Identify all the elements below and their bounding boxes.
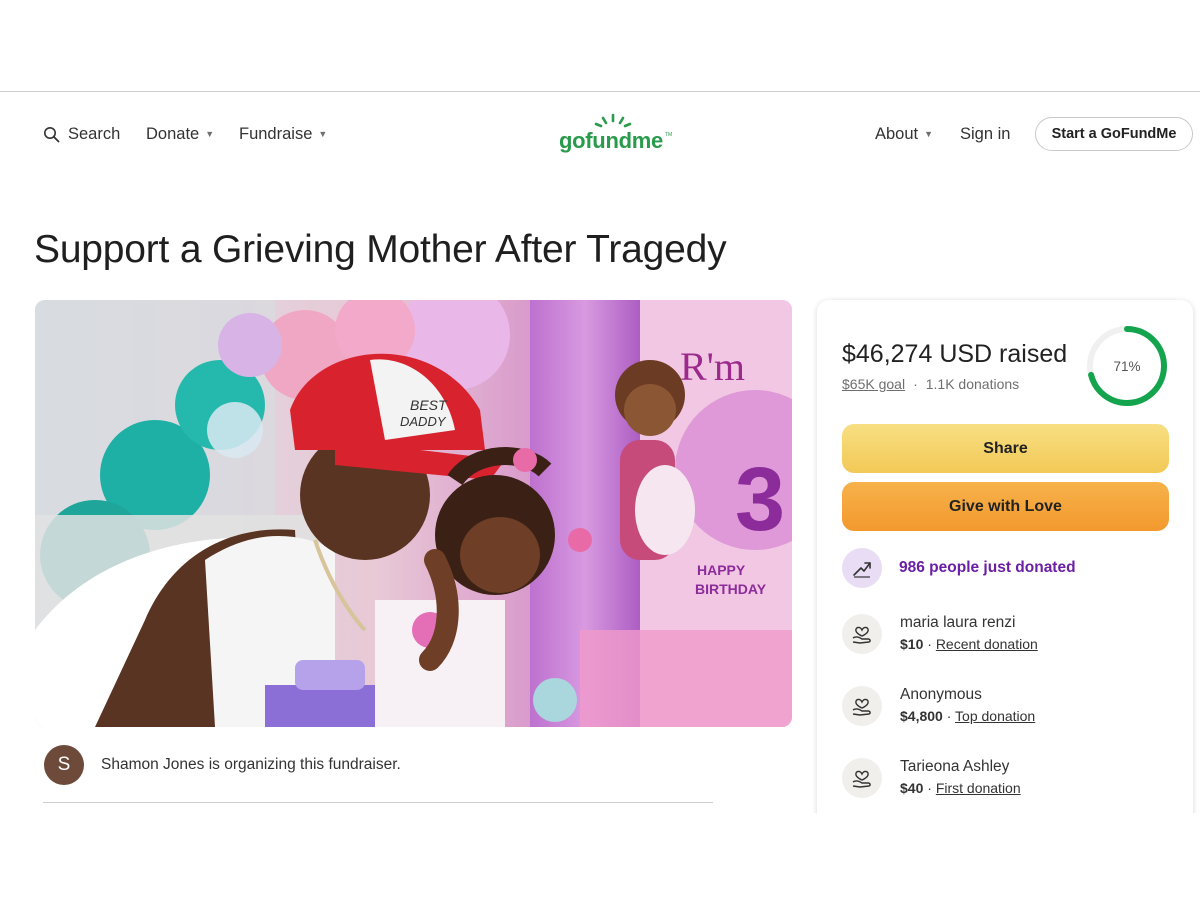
organizer-row[interactable]: S Shamon Jones is organizing this fundra… xyxy=(44,745,401,785)
search-label: Search xyxy=(68,124,121,143)
donor-amount: $40 xyxy=(900,780,924,796)
sign-in-label: Sign in xyxy=(960,124,1011,143)
sign-in-link[interactable]: Sign in xyxy=(960,92,1010,176)
start-gofundme-button[interactable]: Start a GoFundMe xyxy=(1035,117,1193,151)
donor-item[interactable]: Anonymous $4,800 · Top donation xyxy=(842,686,1172,728)
svg-text:3: 3 xyxy=(735,450,785,550)
donor-name: maria laura renzi xyxy=(900,614,1016,631)
caret-down-icon: ▼ xyxy=(924,129,934,139)
donor-tag-link[interactable]: First donation xyxy=(936,780,1021,796)
svg-text:HAPPY: HAPPY xyxy=(697,562,746,578)
trending-up-icon xyxy=(842,548,882,588)
donate-label: Donate xyxy=(146,124,200,143)
goal-summary: $65K goal · 1.1K donations xyxy=(842,376,1019,392)
heart-hand-icon xyxy=(842,758,882,798)
donor-tag-link[interactable]: Recent donation xyxy=(936,636,1038,652)
search-link[interactable]: Search xyxy=(43,92,120,176)
about-label: About xyxy=(875,124,919,143)
donation-count: 1.1K donations xyxy=(925,376,1020,392)
donor-tag-link[interactable]: Top donation xyxy=(955,708,1035,724)
goal-link[interactable]: $65K goal xyxy=(842,376,905,392)
trademark-mark: TM xyxy=(665,132,673,138)
donate-menu[interactable]: Donate ▼ xyxy=(146,92,214,176)
svg-text:DADDY: DADDY xyxy=(400,414,447,429)
svg-text:R'm: R'm xyxy=(680,344,745,389)
donor-amount: $10 xyxy=(900,636,924,652)
amount-raised: $46,274 USD raised xyxy=(842,340,1068,368)
momentum-text: 986 people just donated xyxy=(899,559,1076,576)
campaign-hero-image[interactable]: R'm 3 HAPPY BIRTHDAY BEST DADDY xyxy=(35,300,792,727)
svg-text:BEST: BEST xyxy=(410,397,448,413)
gofundme-logo[interactable]: gofundme TM xyxy=(556,112,674,156)
donor-separator: · xyxy=(923,636,936,652)
donor-item[interactable]: Tarieona Ashley $40 · First donation xyxy=(842,758,1172,800)
donor-meta: $40 · First donation xyxy=(900,780,1021,796)
page-bottom-blank xyxy=(812,813,1200,900)
donor-name: Anonymous xyxy=(900,686,982,703)
heart-hand-icon xyxy=(842,686,882,726)
donate-button[interactable]: Give with Love xyxy=(842,482,1169,531)
donor-separator: · xyxy=(942,708,956,724)
donor-item[interactable]: maria laura renzi $10 · Recent donation xyxy=(842,614,1172,656)
donor-amount: $4,800 xyxy=(900,708,943,724)
progress-percent: 71% xyxy=(1113,358,1141,374)
campaign-title: Support a Grieving Mother After Tragedy xyxy=(34,228,727,271)
caret-down-icon: ▼ xyxy=(318,129,328,139)
svg-text:BIRTHDAY: BIRTHDAY xyxy=(695,581,767,597)
share-button[interactable]: Share xyxy=(842,424,1169,473)
goal-separator: · xyxy=(913,376,918,392)
donation-momentum[interactable]: 986 people just donated xyxy=(842,548,1076,588)
fundraise-menu[interactable]: Fundraise ▼ xyxy=(239,92,327,176)
organizer-divider xyxy=(43,802,713,803)
donation-card: $46,274 USD raised $65K goal · 1.1K donati… xyxy=(817,300,1193,840)
heart-hand-icon xyxy=(842,614,882,654)
donor-name: Tarieona Ashley xyxy=(900,758,1010,775)
avatar: S xyxy=(44,745,84,785)
donor-meta: $4,800 · Top donation xyxy=(900,708,1035,724)
top-navigation: Search Donate ▼ Fundraise ▼ gofundme TM … xyxy=(0,92,1200,176)
logo-wordmark: gofundme xyxy=(559,128,663,153)
caret-down-icon: ▼ xyxy=(205,129,215,139)
about-menu[interactable]: About ▼ xyxy=(875,92,933,176)
search-icon xyxy=(44,126,60,142)
donor-meta: $10 · Recent donation xyxy=(900,636,1038,652)
fundraise-label: Fundraise xyxy=(239,124,313,143)
donor-separator: · xyxy=(923,780,936,796)
organizer-text: Shamon Jones is organizing this fundrais… xyxy=(101,756,401,773)
